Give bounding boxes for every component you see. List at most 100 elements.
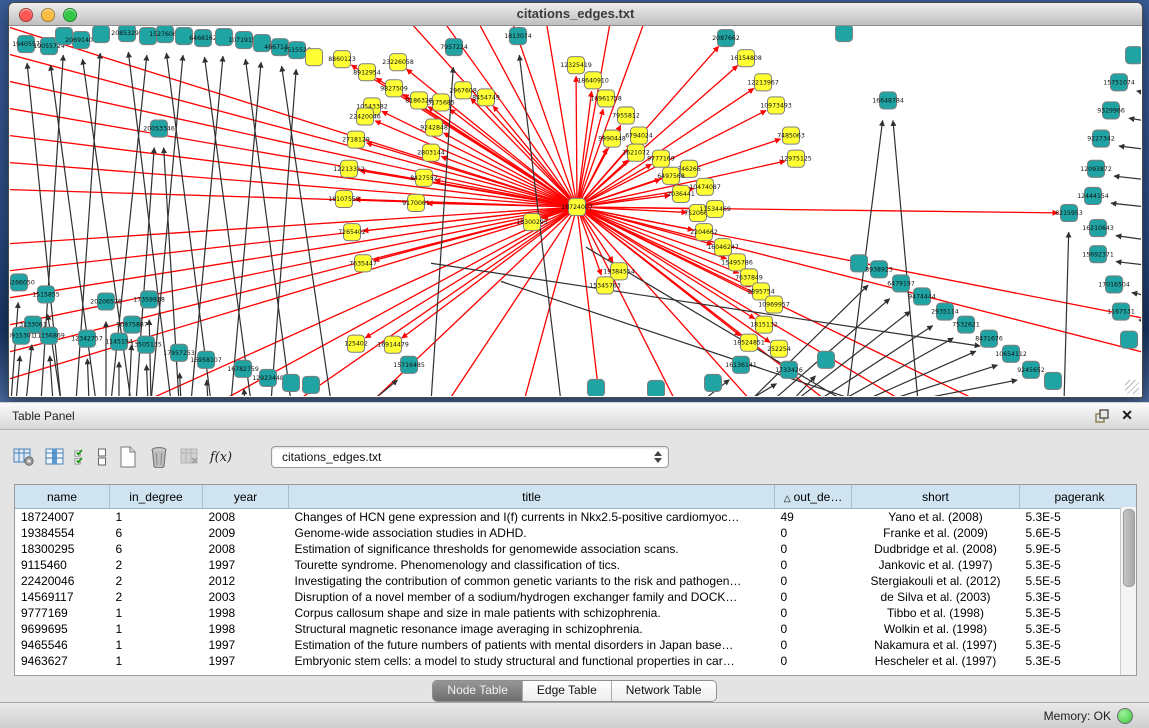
cell-short[interactable]: de Silva et al. (2003) bbox=[852, 589, 1020, 605]
cell-in_degree[interactable]: 1 bbox=[110, 621, 203, 637]
cell-title[interactable]: Corpus callosum shape and size in male p… bbox=[289, 605, 775, 621]
cell-title[interactable]: Structural magnetic resonance image aver… bbox=[289, 621, 775, 637]
graph-node[interactable] bbox=[1045, 372, 1062, 389]
table-mode-icon[interactable] bbox=[12, 446, 36, 468]
column-header-year[interactable]: year bbox=[203, 485, 289, 509]
cell-title[interactable]: Genome-wide association studies in ADHD. bbox=[289, 525, 775, 541]
cell-short[interactable]: Hescheler et al. (1997) bbox=[852, 653, 1020, 669]
cell-out_de[interactable]: 0 bbox=[775, 589, 852, 605]
cell-in_degree[interactable]: 1 bbox=[110, 509, 203, 526]
cell-out_de[interactable]: 0 bbox=[775, 557, 852, 573]
network-canvas[interactable]: 1940557190557242069140620853297152760626… bbox=[10, 26, 1141, 396]
graph-node[interactable]: 15716485 bbox=[393, 356, 425, 373]
cell-title[interactable]: Disruption of a novel member of a sodium… bbox=[289, 589, 775, 605]
graph-node[interactable] bbox=[93, 26, 110, 43]
graph-node[interactable]: 125402 bbox=[344, 335, 368, 352]
graph-node[interactable]: 8471676 bbox=[975, 330, 1003, 347]
graph-node[interactable]: 6466162 bbox=[189, 30, 217, 47]
cell-year[interactable]: 2009 bbox=[203, 525, 289, 541]
cell-name[interactable]: 19384554 bbox=[15, 525, 110, 541]
cell-short[interactable]: Yano et al. (2008) bbox=[852, 509, 1020, 526]
graph-node[interactable]: 7957224 bbox=[440, 39, 468, 56]
graph-node[interactable]: 20853297 bbox=[111, 26, 143, 42]
memory-indicator-icon[interactable] bbox=[1117, 708, 1133, 724]
graph-node[interactable]: 8215953 bbox=[1055, 204, 1083, 221]
resize-grip-icon[interactable] bbox=[1125, 380, 1139, 394]
new-table-icon[interactable] bbox=[116, 446, 140, 468]
graph-node[interactable] bbox=[705, 374, 722, 391]
tab-network-table[interactable]: Network Table bbox=[611, 681, 716, 701]
cell-title[interactable]: Embryonic stem cells: a model to study s… bbox=[289, 653, 775, 669]
graph-node[interactable]: 1167531 bbox=[1107, 303, 1135, 320]
cell-short[interactable]: Wolkin et al. (1998) bbox=[852, 621, 1020, 637]
graph-node[interactable]: 12975125 bbox=[780, 150, 812, 167]
graph-node[interactable]: 6794024 bbox=[625, 127, 653, 144]
graph-node[interactable]: 2087662 bbox=[712, 30, 740, 47]
cell-year[interactable]: 2008 bbox=[203, 541, 289, 557]
show-column-icon[interactable] bbox=[43, 446, 67, 468]
graph-node[interactable]: 9170061 bbox=[402, 194, 430, 211]
graph-node[interactable]: 18640910 bbox=[577, 72, 609, 89]
graph-node[interactable]: 7532621 bbox=[952, 316, 980, 333]
scrollbar-thumb[interactable] bbox=[1123, 509, 1135, 587]
graph-node[interactable]: 17016504 bbox=[1098, 276, 1130, 293]
cell-name[interactable]: 9115460 bbox=[15, 557, 110, 573]
cell-year[interactable]: 2012 bbox=[203, 573, 289, 589]
graph-node[interactable]: 9227342 bbox=[1087, 130, 1115, 147]
cell-in_degree[interactable]: 6 bbox=[110, 525, 203, 541]
graph-node[interactable] bbox=[1121, 331, 1138, 348]
graph-node[interactable]: 12342757 bbox=[71, 330, 103, 347]
cell-in_degree[interactable]: 2 bbox=[110, 573, 203, 589]
network-window-titlebar[interactable]: citations_edges.txt bbox=[9, 3, 1142, 26]
cell-in_degree[interactable]: 1 bbox=[110, 653, 203, 669]
graph-node[interactable] bbox=[836, 26, 853, 42]
graph-node[interactable] bbox=[588, 379, 605, 396]
graph-node[interactable]: 9329966 bbox=[1097, 102, 1125, 119]
cell-out_de[interactable]: 0 bbox=[775, 605, 852, 621]
tab-edge-table[interactable]: Edge Table bbox=[522, 681, 611, 701]
graph-node[interactable]: 10654112 bbox=[995, 345, 1027, 362]
cell-name[interactable]: 9777169 bbox=[15, 605, 110, 621]
graph-node[interactable] bbox=[303, 376, 320, 393]
graph-node[interactable]: 12093872 bbox=[1080, 160, 1112, 177]
column-header-name[interactable]: name bbox=[15, 485, 110, 509]
cell-title[interactable]: Changes of HCN gene expression and I(f) … bbox=[289, 509, 775, 526]
cell-name[interactable]: 14569117 bbox=[15, 589, 110, 605]
graph-node[interactable]: 9245652 bbox=[1017, 361, 1045, 378]
cell-in_degree[interactable]: 6 bbox=[110, 541, 203, 557]
cell-title[interactable]: Investigating the contribution of common… bbox=[289, 573, 775, 589]
cell-out_de[interactable]: 0 bbox=[775, 653, 852, 669]
graph-node[interactable]: 16648784 bbox=[872, 92, 904, 109]
cell-year[interactable]: 2003 bbox=[203, 589, 289, 605]
cell-short[interactable]: Franke et al. (2009) bbox=[852, 525, 1020, 541]
float-panel-icon[interactable] bbox=[1095, 409, 1109, 423]
graph-node[interactable] bbox=[648, 380, 665, 396]
graph-node[interactable]: 20053346 bbox=[143, 120, 175, 137]
table-vertical-scrollbar[interactable] bbox=[1120, 507, 1136, 675]
cell-title[interactable]: Estimation of the future numbers of pati… bbox=[289, 637, 775, 653]
cell-short[interactable]: Jankovic et al. (1997) bbox=[852, 557, 1020, 573]
graph-node[interactable]: 16154808 bbox=[730, 50, 762, 67]
cell-out_de[interactable]: 0 bbox=[775, 541, 852, 557]
graph-node[interactable]: 8427552 bbox=[410, 169, 438, 186]
graph-node[interactable]: 12213967 bbox=[747, 74, 779, 91]
graph-node[interactable] bbox=[1126, 47, 1142, 64]
cell-in_degree[interactable]: 1 bbox=[110, 637, 203, 653]
graph-node[interactable]: 7485063 bbox=[777, 127, 805, 144]
graph-node[interactable]: 18107559 bbox=[328, 190, 360, 207]
graph-node[interactable]: 16136141 bbox=[725, 356, 757, 373]
cell-title[interactable]: Tourette syndrome. Phenomenology and cla… bbox=[289, 557, 775, 573]
graph-node[interactable]: 7955812 bbox=[612, 107, 640, 124]
row-height-icon[interactable] bbox=[95, 446, 109, 468]
column-header-in_degree[interactable]: in_degree bbox=[110, 485, 203, 509]
cell-name[interactable]: 22420046 bbox=[15, 573, 110, 589]
graph-node[interactable]: 16914479 bbox=[377, 336, 409, 353]
graph-node[interactable]: 6479197 bbox=[887, 275, 915, 292]
close-panel-icon[interactable] bbox=[1121, 407, 1133, 424]
cell-out_de[interactable]: 0 bbox=[775, 573, 852, 589]
graph-node[interactable]: 12325419 bbox=[560, 57, 592, 74]
cell-year[interactable]: 1998 bbox=[203, 621, 289, 637]
cell-short[interactable]: Dudbridge et al. (2008) bbox=[852, 541, 1020, 557]
cell-year[interactable]: 1997 bbox=[203, 637, 289, 653]
graph-node[interactable]: 9990448 bbox=[598, 130, 626, 147]
